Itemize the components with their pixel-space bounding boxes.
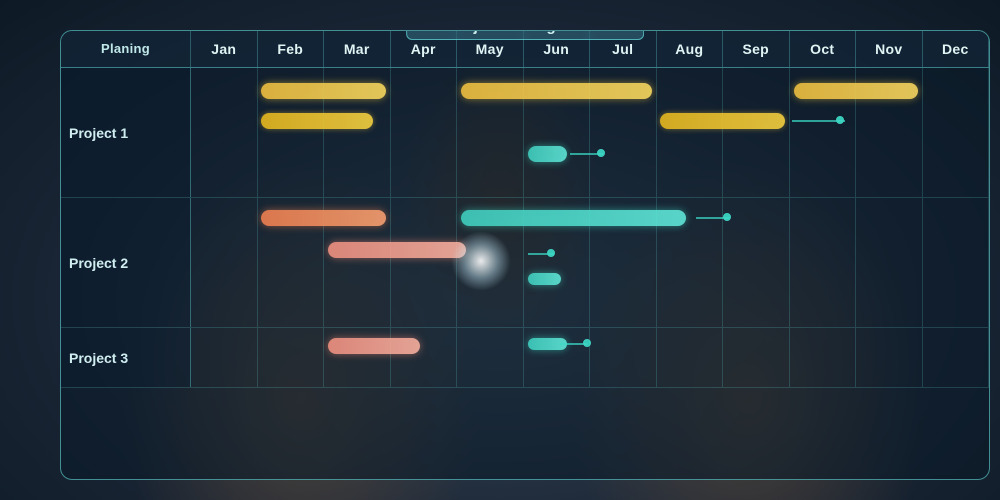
cell (324, 198, 391, 327)
cell (723, 198, 790, 327)
cell (524, 328, 591, 387)
cell (657, 328, 724, 387)
cell (590, 68, 657, 197)
gantt-title: Project Management (406, 30, 644, 40)
cell (856, 68, 923, 197)
cell (657, 68, 724, 197)
cell (524, 68, 591, 197)
gantt-chart: Project Management Planing Jan Feb Mar A… (60, 30, 990, 480)
cell (923, 68, 990, 197)
project-2-cells (191, 198, 989, 327)
cell (524, 198, 591, 327)
cell (723, 328, 790, 387)
header-feb: Feb (258, 31, 325, 67)
table-row: Project 2 (61, 198, 989, 328)
cell (258, 68, 325, 197)
cell (856, 198, 923, 327)
cell (391, 328, 458, 387)
cell (790, 198, 857, 327)
cell (324, 68, 391, 197)
cell (191, 328, 258, 387)
cell (790, 328, 857, 387)
header-sep: Sep (723, 31, 790, 67)
cell (258, 328, 325, 387)
cell (590, 328, 657, 387)
project-1-label: Project 1 (61, 68, 191, 197)
cell (457, 68, 524, 197)
cell (723, 68, 790, 197)
cell (657, 198, 724, 327)
cell (391, 198, 458, 327)
title-text: Project Management (447, 30, 603, 35)
table-row: Project 1 (61, 68, 989, 198)
cell (590, 198, 657, 327)
cell (856, 328, 923, 387)
cell (457, 328, 524, 387)
cell (457, 198, 524, 327)
cell (258, 198, 325, 327)
cell (391, 68, 458, 197)
project-3-label: Project 3 (61, 328, 191, 387)
header-aug: Aug (657, 31, 724, 67)
cell (790, 68, 857, 197)
header-jan: Jan (191, 31, 258, 67)
cell (191, 198, 258, 327)
project-3-cells (191, 328, 989, 387)
header-oct: Oct (790, 31, 857, 67)
project-2-label: Project 2 (61, 198, 191, 327)
cell (923, 198, 990, 327)
cell (923, 328, 990, 387)
header-dec: Dec (923, 31, 990, 67)
header-planning: Planing (61, 31, 191, 67)
table-row: Project 3 (61, 328, 989, 388)
cell (324, 328, 391, 387)
header-nov: Nov (856, 31, 923, 67)
project-1-cells (191, 68, 989, 197)
header-mar: Mar (324, 31, 391, 67)
cell (191, 68, 258, 197)
gantt-body: Project 1 (61, 68, 989, 388)
